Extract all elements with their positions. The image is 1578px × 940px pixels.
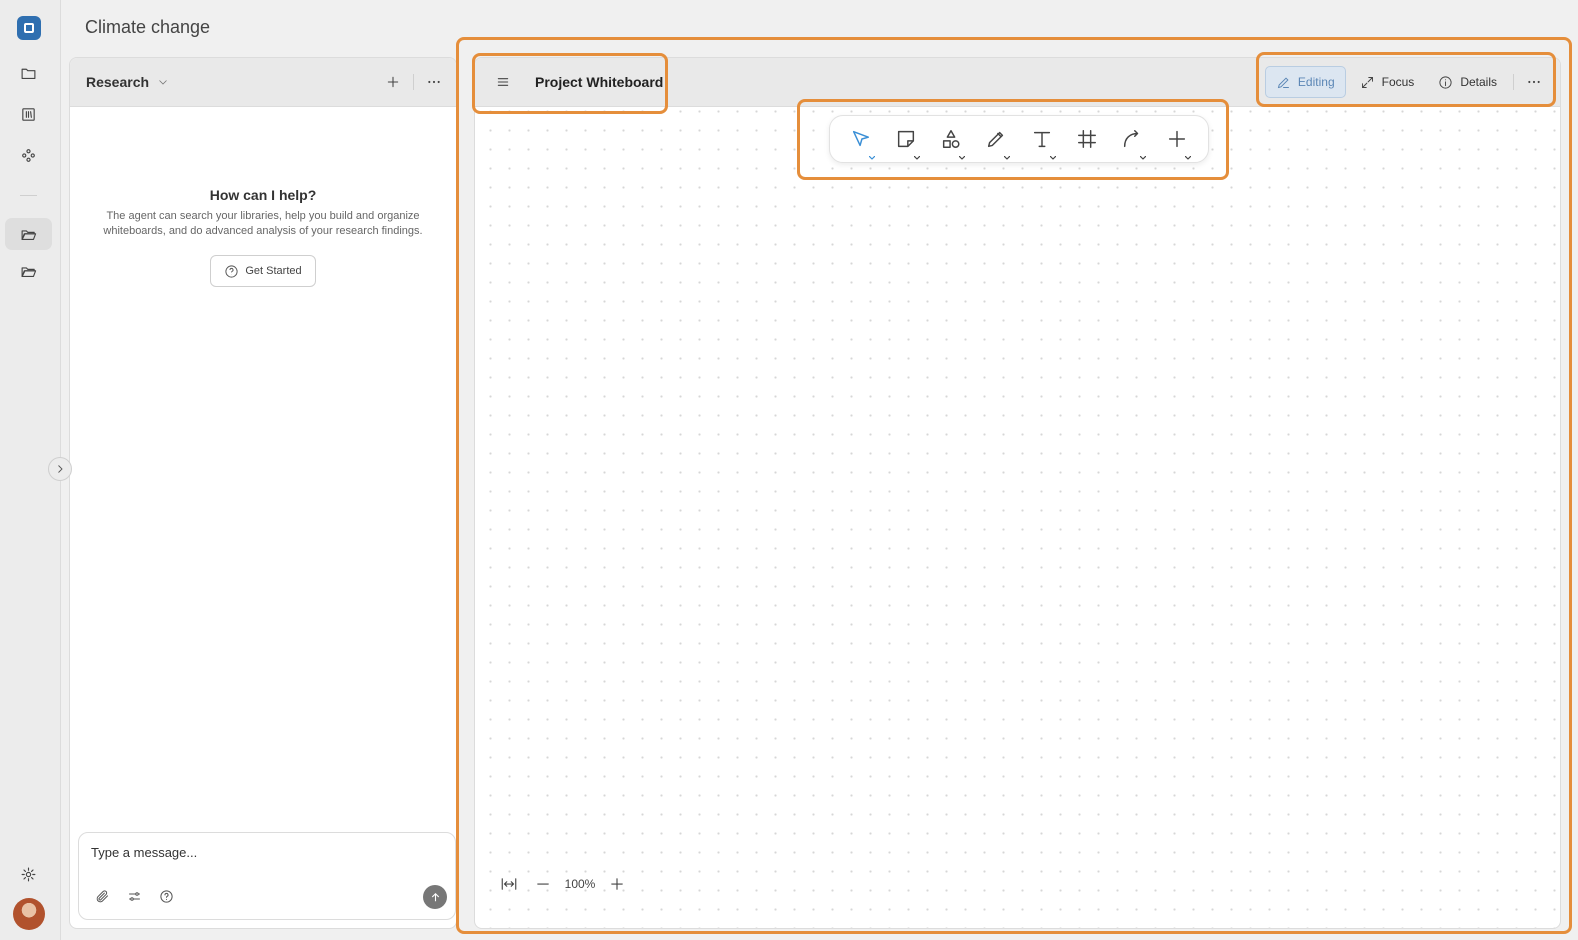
help-heading: How can I help? — [209, 187, 317, 203]
fit-width-button[interactable] — [495, 870, 523, 898]
connector-tool[interactable] — [1114, 121, 1150, 160]
more-horizontal-icon — [428, 80, 440, 84]
plus-icon — [387, 76, 399, 88]
editing-button[interactable]: Editing — [1264, 66, 1346, 98]
user-avatar[interactable] — [13, 898, 45, 930]
get-started-button[interactable]: Get Started — [210, 255, 316, 287]
more-options-button[interactable] — [1520, 68, 1548, 96]
help-text: The agent can search your libraries, hel… — [103, 210, 423, 237]
whiteboard-title[interactable]: Project Whiteboard — [535, 74, 663, 90]
drawing-toolbar — [829, 115, 1209, 163]
header-separator — [1513, 74, 1514, 90]
details-button[interactable]: Details — [1428, 66, 1507, 98]
text-tool[interactable] — [1024, 121, 1060, 160]
folder-icon[interactable] — [5, 57, 52, 89]
library-icon[interactable] — [5, 98, 52, 130]
hamburger-menu-icon — [497, 78, 509, 86]
chevron-down-icon[interactable] — [157, 76, 169, 88]
zoom-out-button[interactable] — [529, 870, 557, 898]
composer-tools — [91, 885, 177, 907]
attach-button[interactable] — [91, 885, 113, 907]
add-tool[interactable] — [1159, 121, 1195, 160]
expand-icon — [1361, 76, 1373, 88]
focus-button[interactable]: Focus — [1350, 66, 1425, 98]
whiteboard-canvas[interactable]: Project Whiteboard Editing Focus Details — [474, 57, 1561, 929]
open-folder-icon-2[interactable] — [5, 255, 52, 287]
research-header: Research — [70, 58, 456, 107]
arrow-up-icon — [431, 892, 439, 901]
paperclip-icon — [96, 889, 108, 902]
question-circle-icon — [159, 889, 173, 903]
more-horizontal-icon — [1528, 80, 1540, 84]
zoom-controls: 100% — [495, 870, 631, 898]
shapes-tool[interactable] — [933, 121, 969, 160]
open-folder-icon[interactable] — [5, 218, 52, 250]
chevron-right-icon[interactable] — [48, 457, 72, 481]
add-button[interactable] — [379, 68, 407, 96]
pencil-icon — [1277, 76, 1289, 88]
pen-tool[interactable] — [978, 121, 1014, 160]
sticky-note-tool[interactable] — [888, 121, 924, 160]
message-composer — [78, 832, 456, 920]
help-section: How can I help? The agent can search you… — [70, 187, 456, 287]
zoom-in-button[interactable] — [603, 870, 631, 898]
page-title: Climate change — [85, 17, 211, 37]
whiteboard-header: Project Whiteboard Editing Focus Details — [475, 58, 1560, 107]
minus-icon — [537, 883, 549, 885]
details-label: Details — [1460, 75, 1497, 89]
editing-label: Editing — [1297, 75, 1335, 89]
sliders-icon — [128, 891, 140, 901]
frame-tool[interactable] — [1069, 121, 1105, 157]
menu-button[interactable] — [489, 68, 517, 96]
plus-icon — [611, 878, 623, 890]
zoom-level: 100% — [564, 877, 596, 891]
settings-gear-icon[interactable] — [5, 858, 52, 890]
info-circle-icon — [1439, 75, 1452, 89]
focus-label: Focus — [1381, 75, 1415, 89]
research-title[interactable]: Research — [86, 74, 149, 90]
fit-width-icon — [501, 878, 517, 890]
question-circle-icon — [225, 264, 238, 278]
message-input[interactable] — [91, 845, 431, 860]
header-separator — [413, 74, 414, 90]
send-button[interactable] — [423, 885, 447, 909]
help-button[interactable] — [155, 885, 177, 907]
get-started-label: Get Started — [245, 265, 302, 277]
app-logo-icon[interactable] — [17, 16, 41, 40]
network-icon[interactable] — [5, 139, 52, 171]
settings-sliders-button[interactable] — [123, 885, 145, 907]
research-panel: Research How can I help? The agent can s… — [69, 57, 457, 929]
select-tool[interactable] — [843, 121, 879, 160]
frame-hash-icon — [1077, 130, 1096, 148]
more-options-button[interactable] — [420, 68, 448, 96]
rail-divider — [20, 195, 37, 196]
